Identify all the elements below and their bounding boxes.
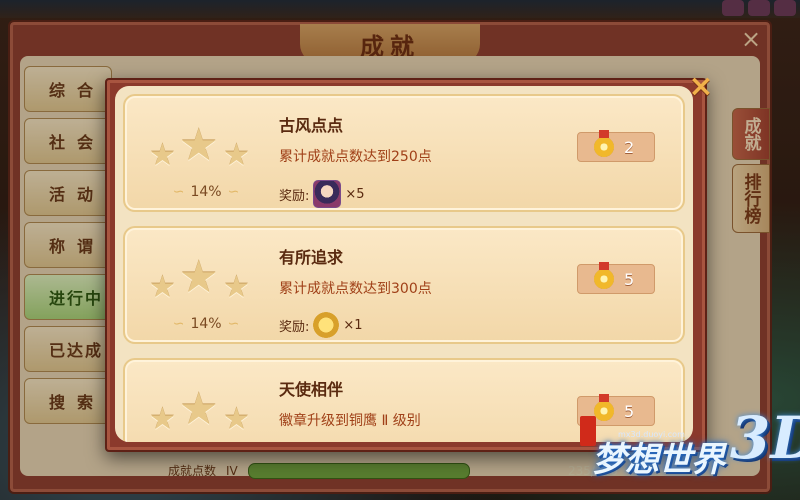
star-rating: ★ ★ ★ [145, 252, 255, 306]
achievement-title: 天使相伴 [279, 380, 344, 399]
star-icon: ★ [149, 270, 176, 305]
achievement-description: 累计成就点数达到250点 [279, 149, 432, 165]
star-icon: ★ [179, 252, 219, 303]
reward-row: 奖励: ×1 [279, 312, 363, 338]
achievement-detail-popup: ★ ★ ★ ∽ 14% ∽ 古风点点 累计成就点数达到250点 奖励: ×5 2 [105, 72, 714, 452]
character-portrait-icon[interactable] [313, 180, 342, 208]
achievement-title: 古风点点 [279, 116, 344, 135]
achievement-card: ★ ★ ★ ∽ 14% ∽ 古风点点 累计成就点数达到250点 奖励: ×5 2 [123, 94, 685, 212]
achievement-points-badge: 2 [577, 130, 655, 162]
achievement-title: 有所追求 [279, 248, 344, 267]
reward-row: 奖励: ×5 [279, 180, 365, 208]
reward-label: 奖励: [279, 188, 310, 204]
achievement-description: 累计成就点数达到300点 [279, 281, 432, 297]
progress-indicator: ∽ 14% ∽ [151, 314, 261, 334]
reward-count: ×1 [343, 317, 363, 333]
medal-icon [594, 130, 614, 157]
game-logo: mx3d.duoyi.com 梦想世界 3D [580, 404, 800, 500]
cloud-swirl-icon: ∽ [227, 184, 240, 200]
cloud-swirl-icon: ∽ [172, 316, 185, 332]
star-rating: ★ ★ ★ [145, 384, 255, 438]
star-icon: ★ [223, 138, 250, 173]
medal-icon [594, 262, 614, 289]
popup-list[interactable]: ★ ★ ★ ∽ 14% ∽ 古风点点 累计成就点数达到250点 奖励: ×5 2 [115, 86, 693, 442]
achievement-points-badge: 5 [577, 262, 655, 294]
progress-percent: 14% [190, 316, 222, 332]
progress-percent: 14% [190, 184, 222, 200]
star-icon: ★ [223, 270, 250, 305]
logo-text: 梦想世界 [592, 440, 725, 480]
points-value: 2 [624, 137, 635, 157]
star-icon: ★ [223, 402, 250, 437]
gold-heart-badge-icon[interactable] [313, 312, 340, 338]
points-value: 5 [624, 269, 635, 289]
cloud-swirl-icon: ∽ [172, 184, 185, 200]
star-icon: ★ [149, 402, 176, 437]
achievement-card: ★ ★ ★ ∽ 14% ∽ 有所追求 累计成就点数达到300点 奖励: ×1 5 [123, 226, 685, 344]
star-icon: ★ [179, 384, 219, 435]
achievement-description: 徽章升级到铜鹰 Ⅱ 级别 [279, 413, 421, 429]
star-icon: ★ [149, 138, 176, 173]
reward-count: ×5 [345, 186, 365, 202]
logo-3d-mark: 3D [730, 404, 800, 472]
star-rating: ★ ★ ★ [145, 120, 255, 174]
popup-close-icon[interactable]: × [686, 72, 716, 102]
reward-label: 奖励: [279, 319, 310, 335]
progress-indicator: ∽ 14% ∽ [151, 182, 261, 202]
cloud-swirl-icon: ∽ [227, 316, 240, 332]
star-icon: ★ [179, 120, 219, 171]
